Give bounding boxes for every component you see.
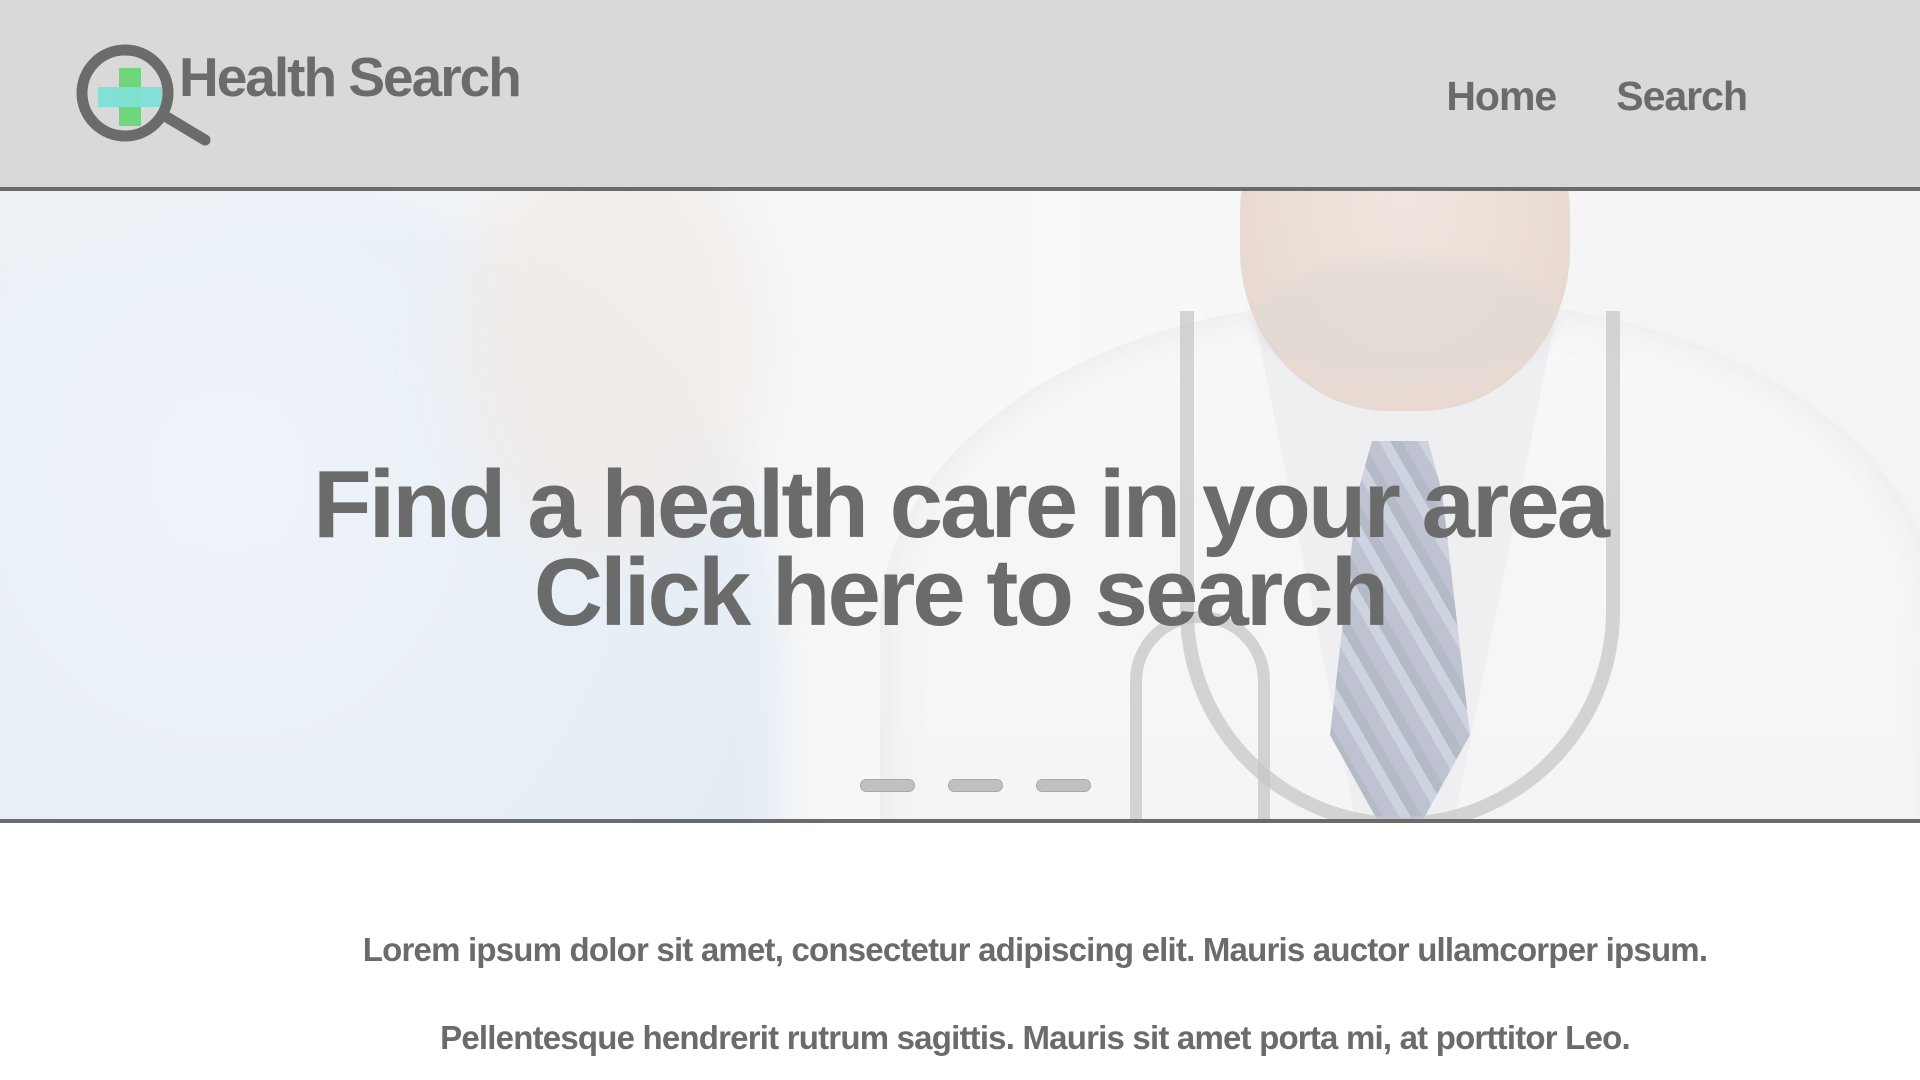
- carousel-dot-2[interactable]: [948, 779, 1003, 792]
- carousel-indicators: [860, 779, 1091, 792]
- intro-paragraph-2: Pellentesque hendrerit rutrum sagittis. …: [440, 1019, 1630, 1056]
- main-content: Lorem ipsum dolor sit amet, consectetur …: [0, 930, 1920, 1058]
- main-nav: Home Search: [1446, 72, 1748, 121]
- site-header: Health Search Home Search: [0, 0, 1920, 191]
- carousel-dot-3[interactable]: [1036, 779, 1091, 792]
- hero-banner[interactable]: Find a health care in your area Click he…: [0, 191, 1920, 823]
- hero-search-link[interactable]: Click here to search: [0, 545, 1920, 641]
- nav-search-link[interactable]: Search: [1616, 72, 1748, 121]
- hero-title-line1[interactable]: Find a health care in your area: [0, 457, 1920, 553]
- nav-home-link[interactable]: Home: [1446, 72, 1557, 121]
- hero-title[interactable]: Find a health care in your area Click he…: [0, 457, 1920, 641]
- intro-paragraph-1: Lorem ipsum dolor sit amet, consectetur …: [362, 931, 1708, 968]
- carousel-dot-1[interactable]: [860, 779, 915, 792]
- logo-text: Health Search: [179, 46, 522, 108]
